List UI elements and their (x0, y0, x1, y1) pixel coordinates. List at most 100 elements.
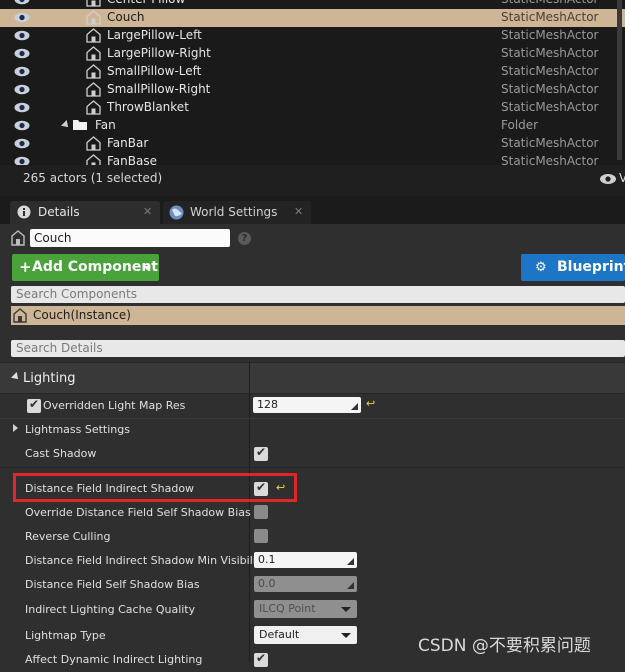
cache-quality-value: ILCQ Point (259, 602, 316, 615)
outliner-item-type: StaticMeshActor (501, 0, 598, 6)
property-label: Cast Shadow (25, 447, 97, 460)
actor-icon (86, 82, 102, 98)
actor-icon (86, 46, 102, 62)
outliner-item-type: Folder (501, 118, 539, 132)
chevron-down-icon[interactable] (61, 120, 71, 130)
visibility-eye-icon[interactable] (14, 30, 30, 41)
instance-label: Couch(Instance) (33, 308, 131, 322)
min-visibility-value: 0.1 (258, 553, 276, 566)
outliner-item-label: Couch (107, 10, 145, 24)
outliner-row[interactable]: SmallPillow-Left StaticMeshActor (0, 63, 625, 81)
lighting-category-header[interactable]: Lighting (0, 362, 625, 394)
property-label: Affect Dynamic Indirect Lighting (25, 653, 203, 666)
chevron-down-icon (341, 633, 351, 638)
info-icon (17, 205, 31, 222)
close-icon[interactable]: ✕ (294, 205, 303, 218)
plus-icon: + (19, 258, 32, 276)
component-instance-row[interactable]: Couch(Instance) (11, 306, 625, 325)
add-component-button[interactable]: + Add Component (12, 254, 159, 281)
tab-details[interactable]: Details ✕ (10, 201, 160, 224)
globe-icon (169, 205, 184, 223)
property-label: Override Distance Field Self Shadow Bias (25, 506, 251, 519)
reset-arrow-icon[interactable]: ↩ (366, 397, 375, 410)
outliner-item-label: SmallPillow-Left (107, 64, 202, 78)
property-label: Overridden Light Map Res (43, 399, 186, 412)
chevron-down-icon (11, 372, 21, 382)
outliner-row[interactable]: ThrowBlanket StaticMeshActor (0, 99, 625, 117)
lightmap-res-input[interactable]: 128 (253, 397, 361, 413)
visibility-eye-icon[interactable] (14, 138, 30, 149)
outliner-item-label: SmallPillow-Right (107, 82, 211, 96)
property-row-df-self-shadow-bias: Distance Field Self Shadow Bias 0.0 (0, 573, 625, 597)
min-visibility-input[interactable]: 0.1 (254, 552, 357, 568)
property-row-overridden-lightmap-res: ✔ Overridden Light Map Res 128 ↩ (0, 394, 625, 418)
property-label: Distance Field Self Shadow Bias (25, 578, 200, 591)
reverse-culling-checkbox[interactable] (254, 529, 268, 543)
chevron-down-icon (143, 266, 151, 270)
outliner-row[interactable]: SmallPillow-Right StaticMeshActor (0, 81, 625, 99)
property-label: Distance Field Indirect Shadow Min Visib… (25, 554, 267, 567)
actor-icon (86, 100, 102, 116)
actor-count-text: 265 actors (1 selected) (23, 171, 163, 185)
cast-shadow-checkbox[interactable]: ✔ (254, 445, 268, 461)
visibility-eye-icon[interactable] (14, 0, 30, 5)
details-tab-bar: Details ✕ World Settings ✕ (0, 196, 625, 224)
visibility-eye-icon[interactable] (14, 120, 30, 131)
visibility-eye-icon[interactable] (14, 102, 30, 113)
outliner-scrollbar[interactable] (617, 0, 622, 160)
search-details-placeholder: Search Details (16, 341, 103, 355)
tab-world-settings[interactable]: World Settings ✕ (163, 201, 311, 224)
visibility-eye-icon[interactable] (14, 84, 30, 95)
search-components-input[interactable]: Search Components (11, 286, 625, 303)
override-self-shadow-bias-checkbox[interactable] (254, 505, 268, 519)
visibility-eye-icon[interactable] (14, 66, 30, 77)
outliner-item-label: Center Pillow (107, 0, 185, 6)
outliner-item-label: LargePillow-Right (107, 46, 211, 60)
property-row-lightmass-settings[interactable]: Lightmass Settings (0, 418, 625, 442)
outliner-item-label: Fan (95, 118, 116, 132)
tab-world-settings-label: World Settings (190, 205, 278, 219)
close-icon[interactable]: ✕ (143, 205, 152, 218)
lightmap-type-dropdown[interactable]: Default (254, 626, 357, 644)
actor-name-input[interactable]: Couch (30, 229, 230, 247)
eye-icon[interactable] (599, 173, 617, 188)
actor-icon (11, 230, 25, 249)
chevron-down-icon (341, 607, 351, 612)
override-checkbox[interactable]: ✔ (27, 397, 41, 413)
outliner-item-type: StaticMeshActor (501, 46, 599, 60)
outliner-item-type: StaticMeshActor (501, 10, 599, 24)
highlight-box (13, 473, 297, 502)
affect-dynamic-indirect-checkbox[interactable]: ✔ (254, 651, 268, 667)
visibility-eye-icon[interactable] (14, 12, 30, 23)
outliner-row[interactable]: FanBar StaticMeshActor (0, 135, 625, 153)
property-label: Indirect Lighting Cache Quality (25, 603, 196, 616)
actor-icon (86, 28, 102, 44)
property-label: Reverse Culling (25, 530, 111, 543)
view-options-label[interactable]: V (619, 171, 625, 185)
outliner-item-label: LargePillow-Left (107, 28, 202, 42)
outliner-item-type: StaticMeshActor (501, 64, 599, 78)
cache-quality-dropdown[interactable]: ILCQ Point (254, 600, 357, 618)
blueprint-label: Blueprint/ (557, 259, 625, 275)
outliner-row[interactable]: Couch StaticMeshActor (0, 9, 625, 27)
tab-details-label: Details (38, 205, 80, 219)
outliner-item-type: StaticMeshActor (501, 136, 599, 150)
visibility-eye-icon[interactable] (14, 48, 30, 59)
watermark-text: CSDN @不要积累问题 (418, 636, 591, 656)
blueprint-button[interactable]: ⚙ Blueprint/ (521, 254, 625, 281)
self-shadow-bias-input[interactable]: 0.0 (254, 576, 357, 592)
add-component-label: Add Component (32, 259, 158, 275)
outliner-row[interactable]: Center Pillow StaticMeshActor (0, 0, 625, 9)
outliner-row[interactable]: LargePillow-Right StaticMeshActor (0, 45, 625, 63)
actor-icon (13, 308, 27, 326)
chevron-right-icon[interactable] (13, 424, 18, 432)
actor-icon (86, 64, 102, 80)
search-details-input[interactable]: Search Details (11, 340, 625, 357)
outliner-folder-row[interactable]: Fan Folder (0, 117, 625, 135)
self-shadow-bias-value: 0.0 (258, 577, 276, 590)
property-row-override-df-self-shadow-bias: Override Distance Field Self Shadow Bias (0, 501, 625, 525)
lightmap-type-value: Default (259, 628, 300, 641)
outliner-row[interactable]: LargePillow-Left StaticMeshActor (0, 27, 625, 45)
outliner-item-type: StaticMeshActor (501, 28, 599, 42)
help-icon[interactable]: ? (238, 232, 251, 245)
